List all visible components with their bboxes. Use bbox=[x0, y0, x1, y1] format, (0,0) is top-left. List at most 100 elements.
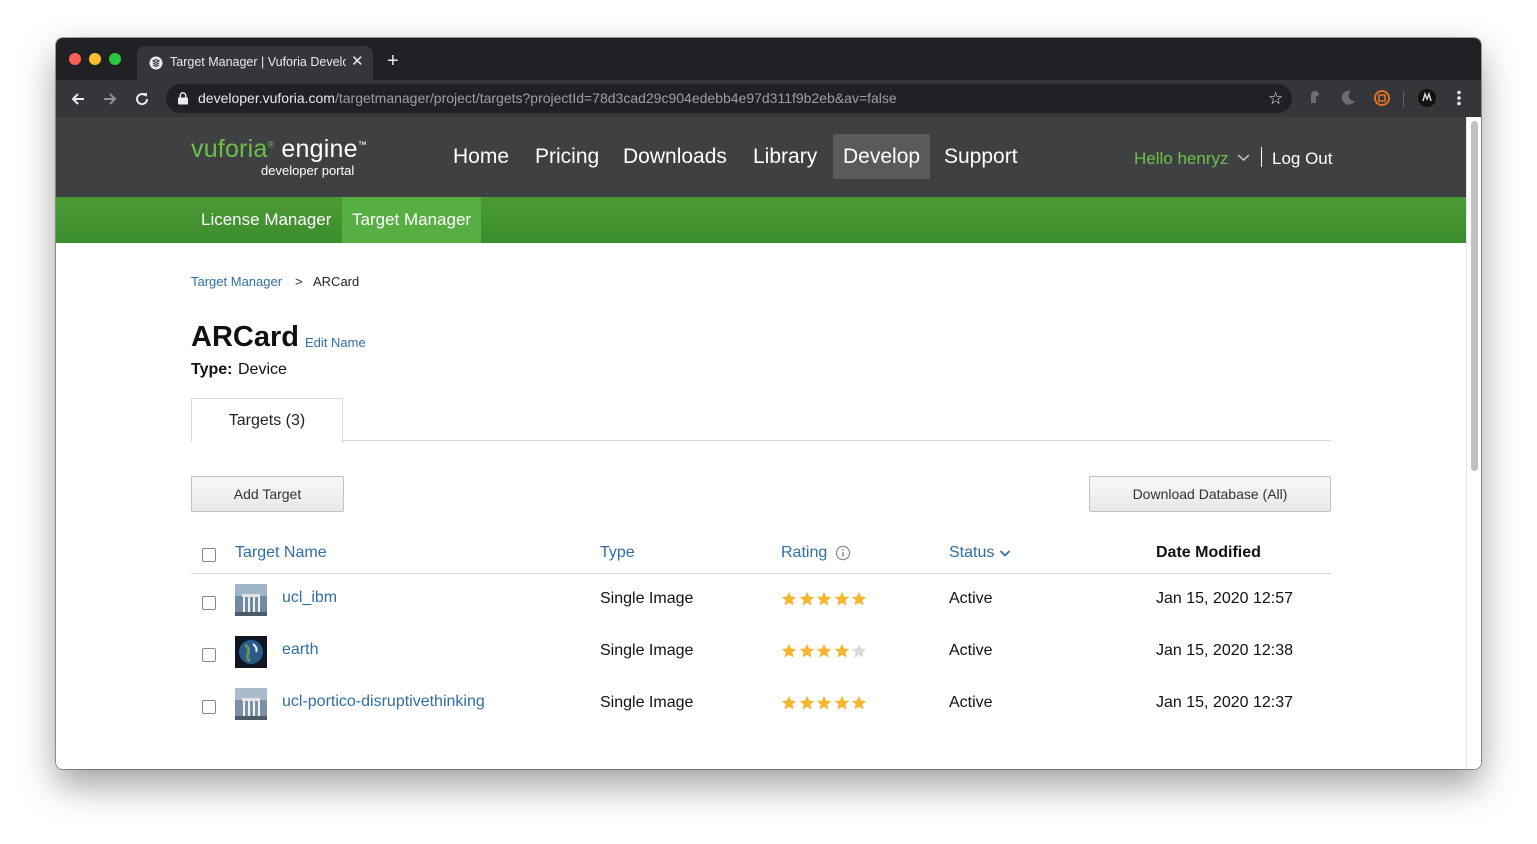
header-type[interactable]: Type bbox=[600, 544, 635, 562]
header-target-name[interactable]: Target Name bbox=[235, 544, 327, 562]
type-label: Type: bbox=[191, 361, 233, 378]
target-name-link[interactable]: earth bbox=[282, 641, 318, 659]
url-host: developer.vuforia.com bbox=[198, 90, 335, 106]
star-icon bbox=[816, 591, 832, 606]
reload-icon[interactable] bbox=[132, 89, 152, 109]
target-thumbnail[interactable] bbox=[235, 688, 267, 720]
header-rating[interactable]: Rating bbox=[781, 544, 827, 562]
vuforia-logo[interactable]: vuforia® engine™ bbox=[191, 135, 367, 164]
subnav-target-manager[interactable]: Target Manager bbox=[342, 197, 482, 243]
address-bar[interactable]: developer.vuforia.com/targetmanager/proj… bbox=[166, 84, 1292, 113]
tab-strip: Target Manager | Vuforia Develop ✕ + bbox=[56, 38, 1481, 80]
rating-stars bbox=[781, 695, 869, 711]
url-path: /targetmanager/project/targets?projectId… bbox=[334, 90, 897, 106]
star-icon bbox=[834, 591, 849, 606]
type-value: Device bbox=[238, 361, 287, 378]
date-modified: Jan 15, 2020 12:38 bbox=[1156, 642, 1294, 659]
target-name-link[interactable]: ucl-portico-disruptivethinking bbox=[282, 693, 485, 711]
browser-tab-active[interactable]: Target Manager | Vuforia Develop ✕ bbox=[137, 46, 373, 80]
back-icon[interactable] bbox=[68, 89, 88, 109]
tab-title: Target Manager | Vuforia Develop bbox=[170, 55, 346, 69]
forward-icon[interactable] bbox=[100, 89, 120, 109]
star-icon bbox=[851, 695, 867, 710]
row-checkbox[interactable] bbox=[202, 596, 216, 610]
add-target-button[interactable]: Add Target bbox=[191, 476, 344, 512]
star-icon bbox=[851, 643, 867, 658]
kebab-menu-icon[interactable] bbox=[1449, 88, 1469, 108]
dark-mode-icon[interactable] bbox=[1338, 88, 1358, 108]
rating-stars bbox=[781, 643, 869, 659]
bookmark-star-icon[interactable]: ☆ bbox=[1268, 89, 1283, 109]
star-icon bbox=[851, 591, 867, 606]
nav-develop[interactable]: Develop bbox=[833, 134, 931, 179]
status-text: Active bbox=[949, 642, 993, 659]
tab-close-icon[interactable]: ✕ bbox=[351, 53, 364, 71]
nav-downloads[interactable]: Downloads bbox=[613, 134, 737, 179]
new-tab-button[interactable]: + bbox=[387, 51, 399, 71]
target-type: Single Image bbox=[600, 694, 694, 711]
url-text: developer.vuforia.com/targetmanager/proj… bbox=[198, 90, 897, 106]
target-thumbnail[interactable] bbox=[235, 584, 267, 616]
logo-word-vuforia: vuforia bbox=[191, 135, 268, 163]
star-icon bbox=[834, 695, 849, 710]
status-text: Active bbox=[949, 590, 993, 607]
star-icon bbox=[781, 591, 797, 606]
minimize-window-button[interactable] bbox=[89, 53, 101, 65]
zoom-window-button[interactable] bbox=[109, 53, 121, 65]
extension-badge-icon[interactable] bbox=[1372, 88, 1392, 108]
chevron-down-icon[interactable] bbox=[1237, 153, 1250, 162]
scrollbar-thumb[interactable] bbox=[1471, 121, 1478, 471]
close-window-button[interactable] bbox=[69, 53, 81, 65]
status-text: Active bbox=[949, 694, 993, 711]
page-scrollbar[interactable] bbox=[1466, 117, 1481, 769]
row-checkbox[interactable] bbox=[202, 700, 216, 714]
page-title: ARCard bbox=[191, 321, 299, 353]
extension-icon[interactable] bbox=[1305, 88, 1325, 108]
date-modified: Jan 15, 2020 12:57 bbox=[1156, 590, 1294, 607]
chevron-down-icon[interactable] bbox=[999, 549, 1011, 558]
star-icon bbox=[799, 643, 814, 658]
logout-link[interactable]: Log Out bbox=[1272, 149, 1333, 169]
edit-name-link[interactable]: Edit Name bbox=[305, 335, 366, 350]
tab-targets[interactable]: Targets (3) bbox=[191, 398, 343, 442]
target-thumbnail[interactable] bbox=[235, 636, 267, 668]
vuforia-favicon-icon bbox=[149, 56, 163, 70]
star-icon bbox=[781, 643, 797, 658]
user-menu[interactable]: Hello henryz bbox=[1134, 149, 1229, 169]
nav-home[interactable]: Home bbox=[443, 134, 519, 179]
row-checkbox[interactable] bbox=[202, 648, 216, 662]
star-icon bbox=[816, 643, 832, 658]
breadcrumb-target-manager[interactable]: Target Manager bbox=[191, 274, 282, 289]
breadcrumb-separator: > bbox=[295, 274, 303, 289]
page-viewport: vuforia® engine™ developer portal Home P… bbox=[56, 117, 1481, 769]
header-status[interactable]: Status bbox=[949, 544, 994, 562]
select-all-checkbox[interactable] bbox=[202, 548, 216, 562]
star-icon bbox=[816, 695, 832, 710]
info-icon[interactable] bbox=[835, 545, 851, 561]
browser-toolbar: developer.vuforia.com/targetmanager/proj… bbox=[56, 80, 1481, 117]
profile-avatar-icon[interactable] bbox=[1417, 88, 1437, 108]
logo-word-engine: engine bbox=[274, 135, 358, 163]
breadcrumb-current: ARCard bbox=[313, 274, 360, 289]
logo-subtitle: developer portal bbox=[261, 163, 355, 178]
tabs-underline bbox=[191, 440, 1331, 441]
toolbar-divider bbox=[1403, 91, 1404, 107]
star-icon bbox=[799, 695, 814, 710]
nav-pricing[interactable]: Pricing bbox=[525, 134, 609, 179]
logo-trademark: ™ bbox=[357, 139, 367, 150]
header-date-modified: Date Modified bbox=[1156, 544, 1261, 561]
nav-support[interactable]: Support bbox=[934, 134, 1028, 179]
subnav-license-manager[interactable]: License Manager bbox=[191, 197, 341, 243]
site-header: vuforia® engine™ developer portal Home P… bbox=[56, 117, 1466, 197]
target-name-link[interactable]: ucl_ibm bbox=[282, 589, 337, 607]
nav-library[interactable]: Library bbox=[743, 134, 827, 179]
lock-icon bbox=[178, 92, 188, 105]
download-database-button[interactable]: Download Database (All) bbox=[1089, 476, 1331, 512]
sub-navigation: License Manager Target Manager bbox=[56, 197, 1466, 243]
rating-stars bbox=[781, 591, 869, 607]
star-icon bbox=[834, 643, 849, 658]
target-type: Single Image bbox=[600, 590, 694, 607]
date-modified: Jan 15, 2020 12:37 bbox=[1156, 694, 1294, 711]
target-type: Single Image bbox=[600, 642, 694, 659]
star-icon bbox=[799, 591, 814, 606]
